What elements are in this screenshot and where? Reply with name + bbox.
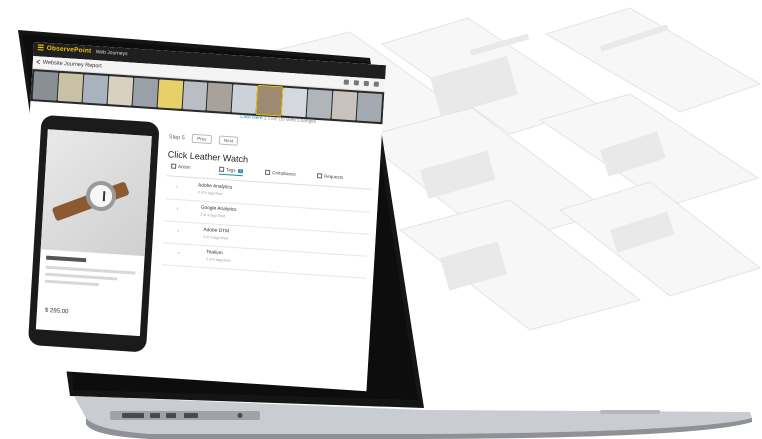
timeline-thumbnail[interactable]: [82, 74, 109, 105]
chevron-right-icon: ›: [176, 206, 179, 213]
share-icon[interactable]: [343, 79, 349, 85]
chevron-right-icon: ›: [177, 228, 180, 235]
header-actions: [343, 79, 379, 87]
tag-icon: [218, 166, 225, 173]
tag-status: 3 of 4 tags fired: [205, 257, 231, 263]
tag-status: 3 of 4 tags fired: [200, 212, 226, 219]
brand-logo[interactable]: ObservePoint: [37, 44, 92, 55]
tab-action[interactable]: Action: [170, 163, 191, 170]
phone-preview: $ 295.00: [27, 114, 160, 353]
timeline-thumbnail[interactable]: [32, 71, 59, 101]
tag-results-list: › Adobe Analytics 3 of 4 tags fired › Go…: [161, 177, 372, 279]
download-icon[interactable]: [353, 80, 359, 86]
phone-screen: $ 295.00: [35, 129, 152, 337]
tag-status: 3 of 4 tags fired: [197, 190, 223, 196]
info-icon[interactable]: [363, 80, 369, 87]
timeline-thumbnail[interactable]: [231, 84, 258, 114]
tab-count-badge: 3: [237, 168, 244, 173]
tag-name: Tealium: [205, 250, 223, 257]
checkbox-icon: [264, 169, 271, 176]
brand-name: ObservePoint: [46, 44, 92, 55]
timeline-thumbnail[interactable]: [157, 79, 183, 109]
tab-tags[interactable]: Tags 3: [218, 166, 244, 177]
tag-status: 3 of 4 tags fired: [202, 234, 228, 241]
tab-compliance[interactable]: Compliance: [264, 169, 297, 177]
laptop-screen: ObservePoint Web Journeys Website Journe…: [0, 0, 762, 439]
network-icon: [316, 173, 323, 179]
tab-label: Tags: [225, 167, 236, 173]
tag-name: Google Analytics: [200, 205, 237, 213]
prev-button[interactable]: Prev: [191, 133, 212, 145]
checkbox-icon: [170, 163, 177, 169]
timeline-thumbnail[interactable]: [107, 76, 133, 106]
timeline-thumbnail[interactable]: [182, 81, 208, 111]
timeline-thumbnail[interactable]: [281, 87, 308, 118]
page-title: Website Journey Report: [42, 59, 102, 70]
timeline-thumbnail[interactable]: [132, 77, 158, 108]
menu-icon[interactable]: [37, 44, 44, 51]
timeline-thumbnail[interactable]: [306, 89, 333, 119]
timeline-thumbnail[interactable]: [331, 90, 358, 121]
next-button[interactable]: Next: [218, 135, 239, 146]
product-description: [44, 255, 136, 293]
tag-name: Adobe Analytics: [197, 183, 233, 191]
web-changes-link[interactable]: Live Do Web Changes: [268, 117, 316, 125]
click-here-link[interactable]: Click Here 1: [240, 115, 266, 122]
product-photo: [40, 129, 152, 257]
tab-label: Action: [177, 163, 191, 170]
tab-label: Compliance: [271, 170, 297, 177]
back-arrow-icon[interactable]: [36, 59, 41, 65]
chevron-right-icon: ›: [175, 183, 178, 191]
tab-label: Requests: [323, 173, 344, 180]
timeline-thumbnail[interactable]: [57, 72, 84, 103]
settings-icon[interactable]: [373, 81, 379, 87]
nav-item-web-journeys[interactable]: Web Journeys: [95, 49, 127, 57]
app-window: ObservePoint Web Journeys Website Journe…: [14, 42, 386, 392]
step-label: Step 5: [168, 134, 185, 142]
product-price: $ 295.00: [44, 307, 69, 316]
timeline-thumbnail-selected[interactable]: [255, 84, 284, 117]
timeline-thumbnail[interactable]: [356, 92, 383, 123]
tag-name: Adobe DTM: [203, 227, 230, 235]
chevron-right-icon: ›: [177, 250, 180, 257]
timeline-thumbnail[interactable]: [207, 82, 233, 113]
tab-requests[interactable]: Requests: [316, 173, 344, 180]
